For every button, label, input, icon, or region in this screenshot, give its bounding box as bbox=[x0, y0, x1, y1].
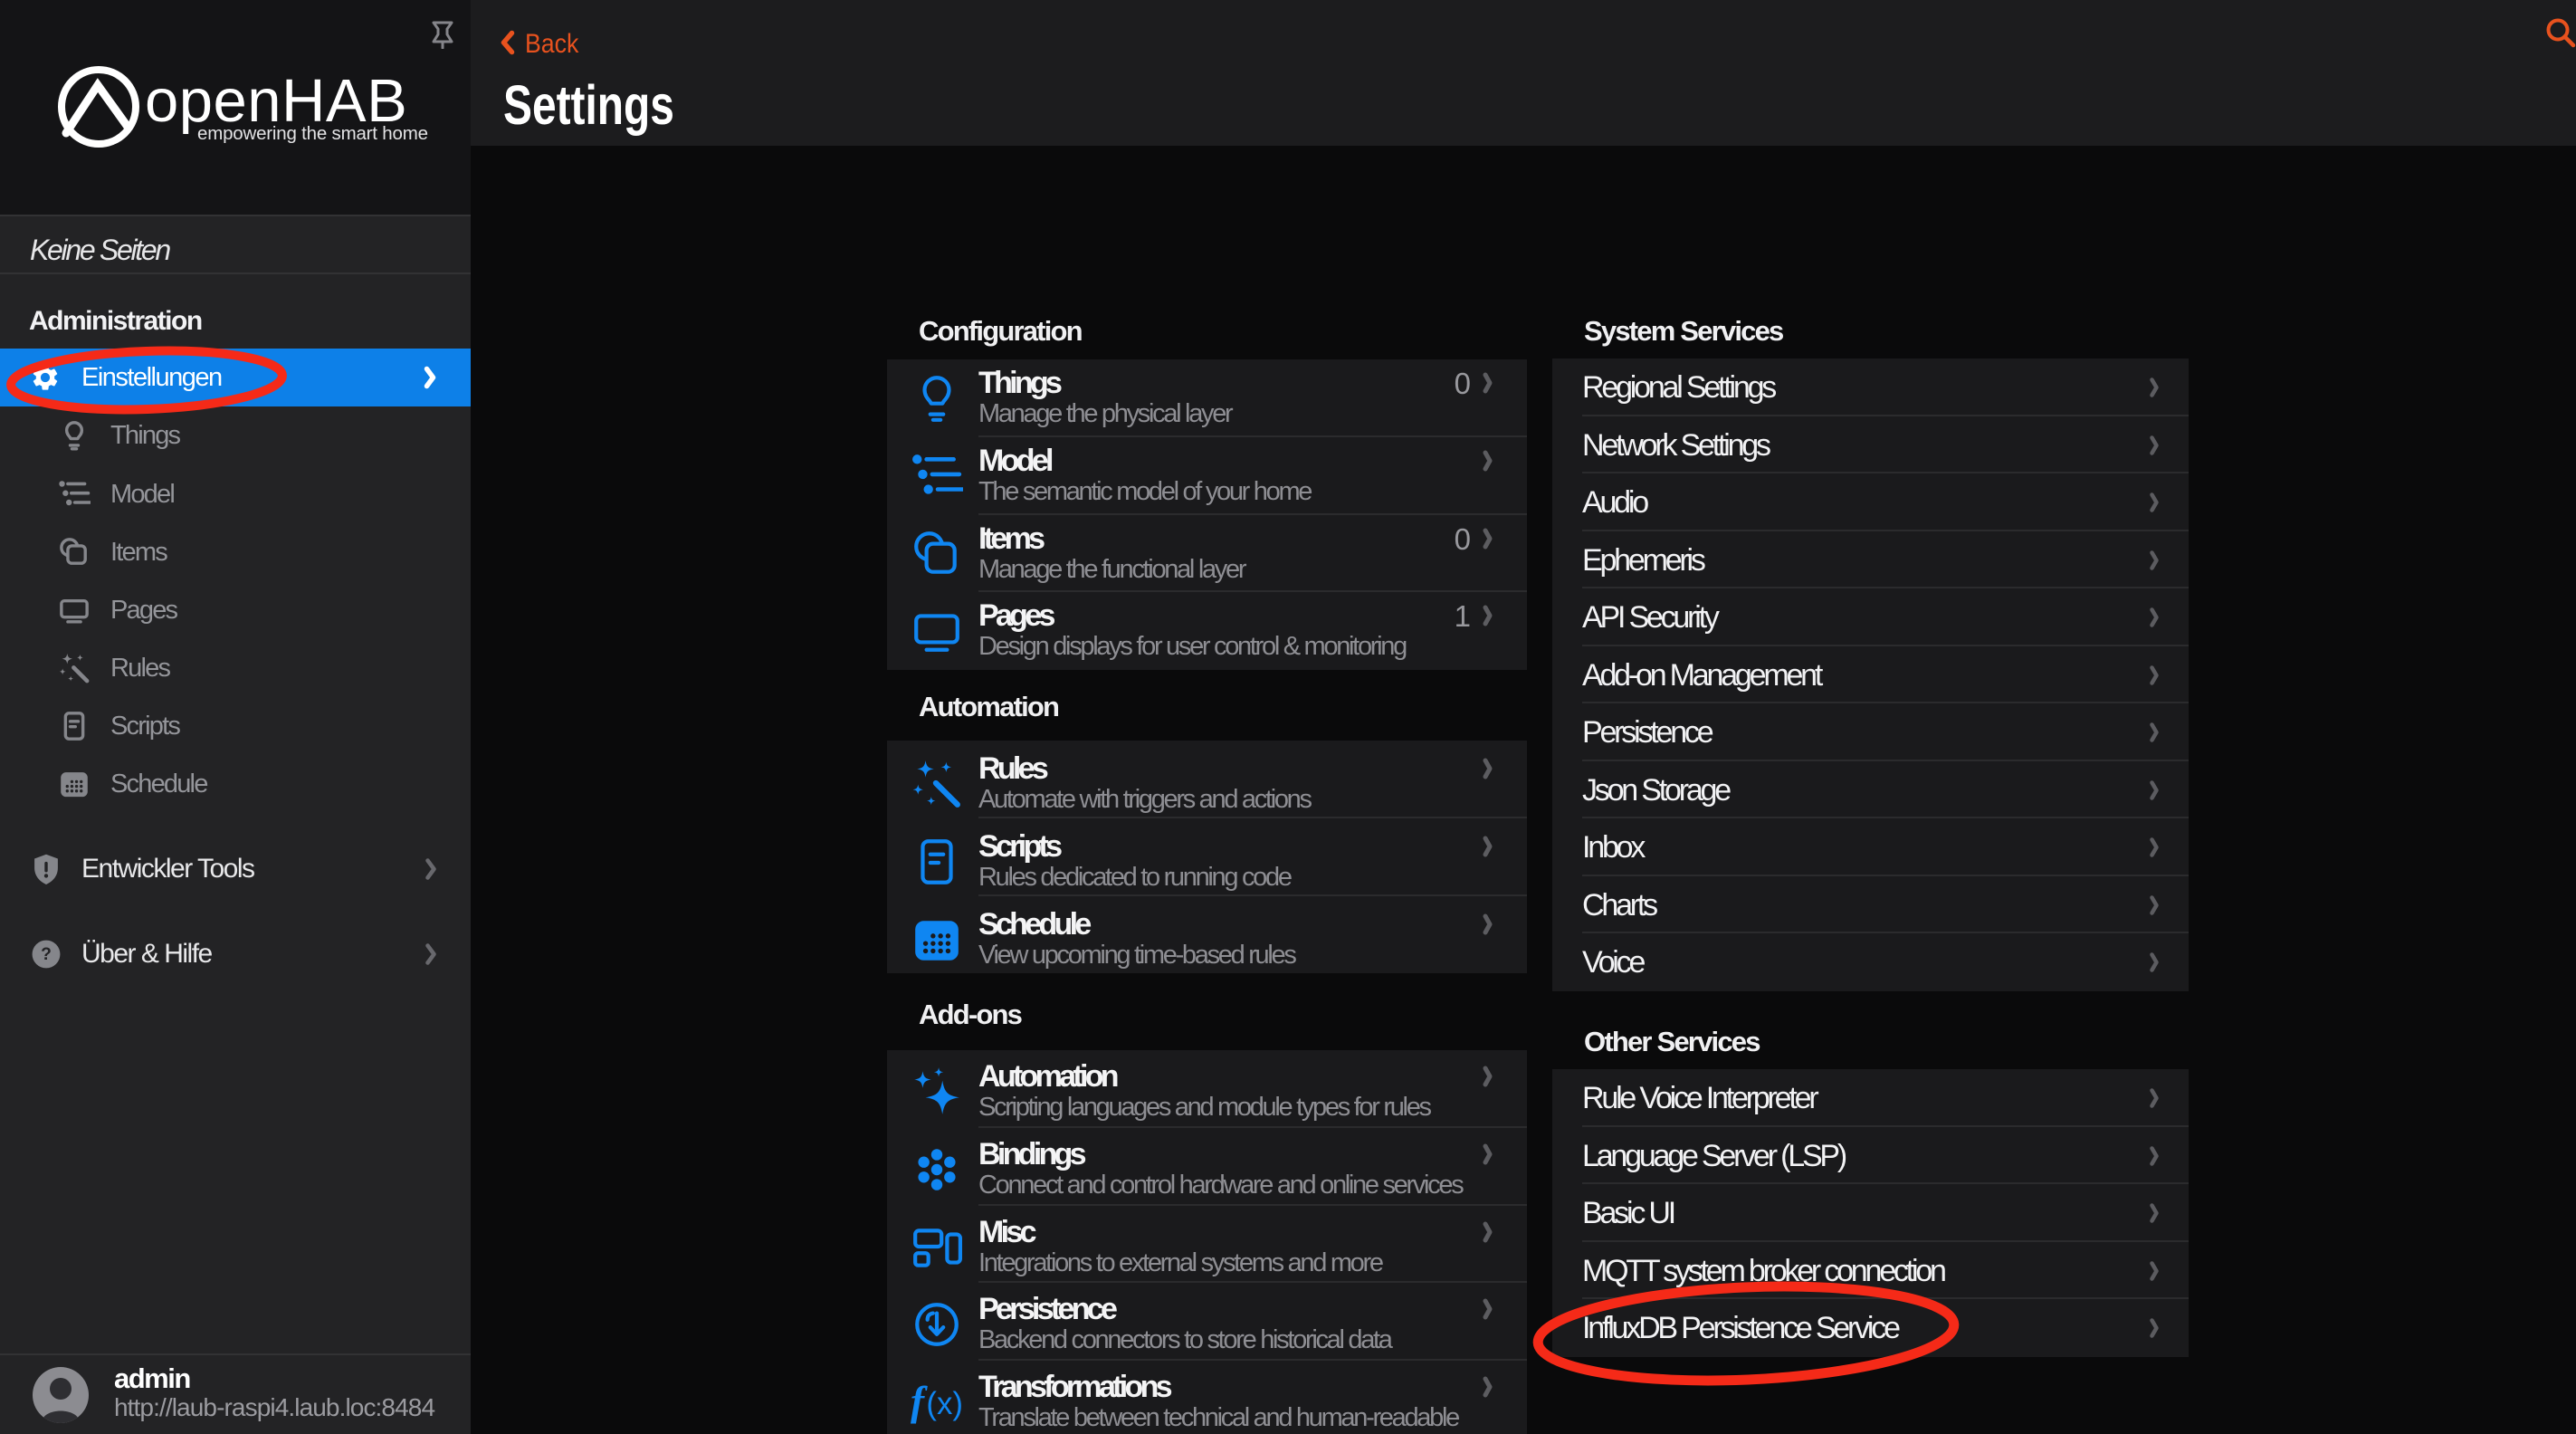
svg-text:(x): (x) bbox=[926, 1386, 963, 1421]
svg-text:?: ? bbox=[41, 945, 52, 964]
svg-text:f: f bbox=[911, 1379, 928, 1424]
